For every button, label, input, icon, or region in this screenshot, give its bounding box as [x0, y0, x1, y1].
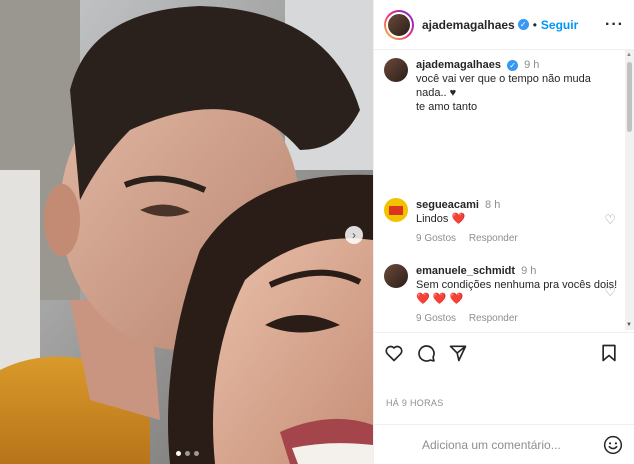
comments-scrollbar[interactable]: ▲ ▼ [625, 50, 634, 330]
commenter-avatar[interactable] [384, 198, 408, 222]
post-details-panel: ajademagalhaes ✓ • Seguir ··· ajademagal… [373, 0, 634, 464]
comment-time: 9 h [521, 265, 537, 277]
scroll-up-icon[interactable]: ▲ [626, 52, 632, 58]
separator-dot: • [532, 17, 537, 32]
reply-button[interactable]: Responder [469, 233, 518, 244]
chevron-right-icon: › [352, 228, 356, 242]
comment-time: 8 h [485, 199, 501, 211]
comment-text: Sem condições nenhuma pra vocês dois! ❤️… [416, 279, 618, 305]
post-photo[interactable]: › [0, 0, 373, 464]
carousel-dot [185, 451, 190, 456]
author-username[interactable]: ajademagalhaes [422, 18, 515, 32]
scroll-down-icon[interactable]: ▼ [626, 322, 632, 328]
comment-item: segueacami 8 h Lindos ❤️ 9 Gostos Respon… [384, 198, 620, 246]
comment-heart-icon[interactable]: ♡ [604, 284, 616, 300]
action-bar [374, 332, 634, 372]
comment-input[interactable] [420, 436, 603, 453]
emoji-icon[interactable] [603, 435, 623, 455]
post-header: ajademagalhaes ✓ • Seguir ··· [374, 0, 634, 50]
instagram-post: › ajademagalhaes ✓ • Seguir ··· ajademag… [0, 0, 634, 464]
next-photo-button[interactable]: › [345, 226, 363, 244]
reply-button[interactable]: Responder [469, 313, 518, 324]
scroll-thumb[interactable] [627, 62, 632, 132]
comment-item: emanuele_schmidt 9 h Sem condições nenhu… [384, 264, 620, 326]
add-comment-bar [374, 424, 634, 464]
author-avatar[interactable] [384, 9, 414, 40]
commenter-avatar[interactable] [384, 264, 408, 288]
caption-line: nada.. ♥ [416, 87, 457, 99]
caption-avatar[interactable] [384, 58, 408, 82]
caption: ajademagalhaes ✓ 9 h você vai ver que o … [384, 58, 620, 114]
carousel-dot [194, 451, 199, 456]
follow-button[interactable]: Seguir [541, 18, 578, 32]
verified-badge-icon: ✓ [517, 19, 529, 30]
verified-badge-icon: ✓ [507, 59, 519, 71]
caption-username[interactable]: ajademagalhaes [416, 59, 501, 71]
comment-likes[interactable]: 9 Gostos [416, 313, 456, 324]
caption-time: 9 h [524, 59, 540, 71]
share-icon[interactable] [448, 343, 468, 363]
comment-text: Lindos ❤️ [416, 213, 466, 225]
selfie-photo [0, 0, 373, 464]
comments-list[interactable]: ajademagalhaes ✓ 9 h você vai ver que o … [374, 50, 626, 330]
comment-username[interactable]: emanuele_schmidt [416, 265, 515, 277]
comment-heart-icon[interactable]: ♡ [604, 212, 616, 228]
carousel-indicator [176, 451, 199, 456]
more-options-icon[interactable]: ··· [605, 16, 624, 34]
carousel-dot [176, 451, 181, 456]
comment-likes[interactable]: 9 Gostos [416, 233, 456, 244]
caption-line: te amo tanto [416, 101, 478, 113]
bookmark-icon[interactable] [599, 343, 619, 363]
caption-line: você vai ver que o tempo não muda [416, 73, 591, 85]
heart-icon[interactable] [384, 343, 404, 363]
comment-icon[interactable] [416, 343, 436, 363]
posted-time: HÁ 9 HORAS [386, 398, 444, 408]
comment-username[interactable]: segueacami [416, 199, 479, 211]
